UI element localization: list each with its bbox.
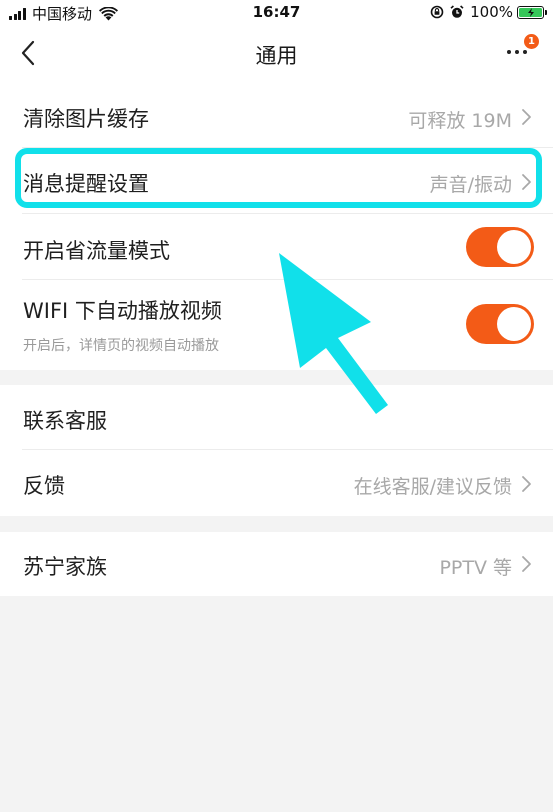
battery-percent: 100% (470, 3, 513, 21)
row-value: 可释放 19M (408, 110, 512, 132)
row-title: 联系客服 (23, 409, 107, 433)
row-value: 在线客服/建议反馈 (353, 476, 512, 498)
toggle-knob (497, 230, 531, 264)
top-bar: 中国移动 16:47 100% 通用 1 (0, 0, 553, 96)
nav-bar: 通用 1 (0, 26, 553, 82)
toggle-knob (497, 307, 531, 341)
row-wifi-autoplay-video: WIFI 下自动播放视频 开启后，详情页的视频自动播放 (0, 280, 553, 370)
row-title: 清除图片缓存 (23, 107, 149, 131)
chevron-right-icon (522, 556, 531, 572)
more-icon (507, 50, 531, 54)
chevron-right-icon (522, 476, 531, 492)
highlight-box (15, 148, 542, 208)
battery-icon (517, 5, 547, 19)
settings-section-general: 清除图片缓存 可释放 19M 消息提醒设置 声音/振动 开启省流量模式 WIFI… (0, 84, 553, 370)
row-title: WIFI 下自动播放视频 (23, 299, 222, 323)
row-clear-image-cache[interactable]: 清除图片缓存 可释放 19M (0, 84, 553, 148)
alarm-icon (450, 5, 464, 18)
row-subtitle: 开启后，详情页的视频自动播放 (23, 338, 219, 354)
row-contact-support[interactable]: 联系客服 (0, 385, 553, 450)
page-title: 通用 (255, 44, 298, 68)
row-title: 反馈 (23, 474, 65, 498)
row-save-data-mode: 开启省流量模式 (0, 214, 553, 280)
row-feedback[interactable]: 反馈 在线客服/建议反馈 (0, 450, 553, 516)
lock-rotation-icon (430, 5, 444, 19)
row-title: 苏宁家族 (23, 555, 107, 579)
notification-badge: 1 (524, 34, 539, 49)
wifi-autoplay-toggle[interactable] (466, 304, 534, 344)
row-value: PPTV 等 (439, 557, 512, 579)
save-data-mode-toggle[interactable] (466, 227, 534, 267)
more-button[interactable]: 1 (503, 34, 539, 70)
status-right: 100% (430, 3, 547, 21)
chevron-right-icon (522, 109, 531, 125)
row-title: 开启省流量模式 (23, 239, 170, 263)
settings-section-family: 苏宁家族 PPTV 等 (0, 532, 553, 596)
settings-section-support: 联系客服 反馈 在线客服/建议反馈 (0, 385, 553, 516)
status-bar: 中国移动 16:47 100% (0, 0, 553, 26)
row-suning-family[interactable]: 苏宁家族 PPTV 等 (0, 532, 553, 596)
